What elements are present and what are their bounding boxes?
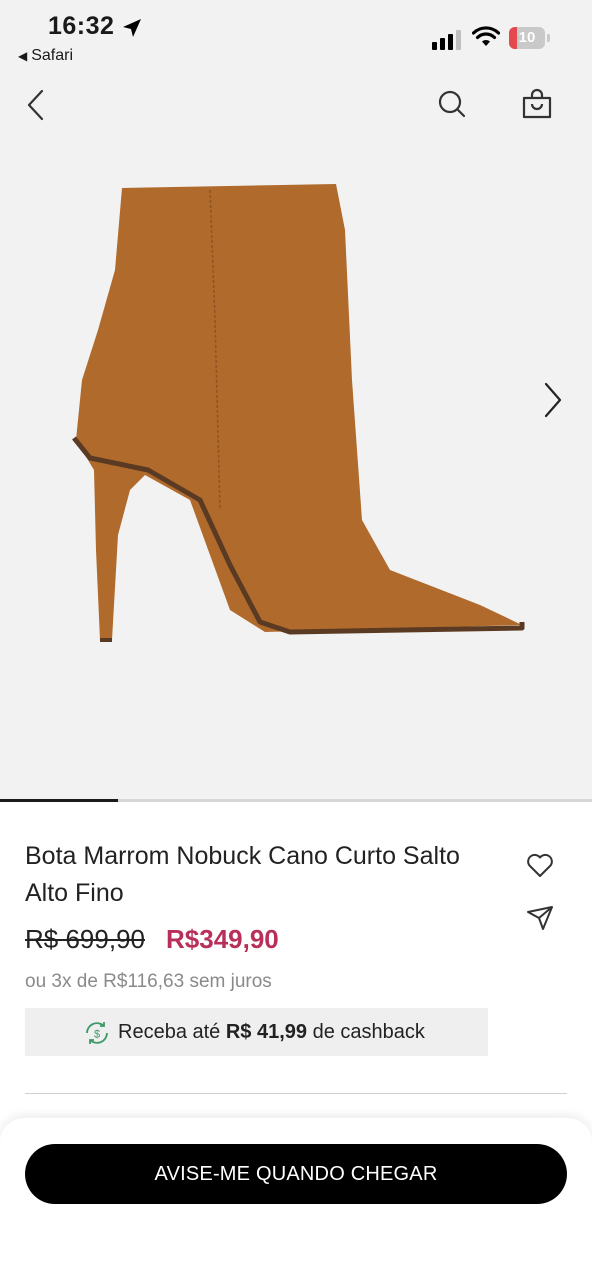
back-to-app-link[interactable]: ◀ Safari bbox=[18, 47, 73, 65]
cashback-amount: R$ 41,99 bbox=[225, 1021, 308, 1043]
cashback-prefix: Receba até bbox=[118, 1021, 221, 1043]
carousel-progress-fill bbox=[0, 799, 119, 802]
battery-indicator: 10 bbox=[509, 27, 551, 51]
installments-text: ou 3x de R$116,63 sem juros bbox=[25, 971, 272, 992]
status-time: 16:32 bbox=[48, 12, 115, 40]
heart-icon[interactable] bbox=[525, 850, 555, 880]
chevron-left-icon[interactable] bbox=[22, 88, 52, 122]
location-arrow-icon bbox=[123, 19, 141, 37]
svg-text:$: $ bbox=[94, 1029, 100, 1041]
battery-level: 10 bbox=[518, 29, 536, 46]
cashback-dollar-icon: $ bbox=[86, 1022, 108, 1044]
original-price: R$ 699,90 bbox=[25, 924, 145, 954]
back-app-label: Safari bbox=[31, 47, 74, 64]
sale-price: R$349,90 bbox=[166, 924, 279, 954]
product-title: Bota Marrom Nobuck Cano Curto Salto Alto… bbox=[25, 842, 460, 907]
cashback-suffix: de cashback bbox=[312, 1021, 425, 1043]
bottom-action-bar: AVISE-ME QUANDO CHEGAR bbox=[0, 1118, 592, 1280]
notify-me-button[interactable]: AVISE-ME QUANDO CHEGAR bbox=[25, 1144, 567, 1204]
send-icon[interactable] bbox=[525, 903, 555, 933]
carousel-progress bbox=[0, 799, 592, 802]
chevron-right-icon[interactable] bbox=[538, 380, 566, 420]
back-triangle-icon: ◀ bbox=[18, 49, 28, 63]
section-divider bbox=[25, 1093, 567, 1094]
cashback-banner: $ Receba até R$ 41,99 de cashback bbox=[25, 1008, 488, 1056]
product-image bbox=[72, 184, 525, 642]
wifi-icon bbox=[472, 26, 500, 46]
shopping-bag-icon[interactable] bbox=[520, 88, 554, 120]
cellular-signal-icon bbox=[432, 30, 461, 50]
product-hero: 16:32 ◀ Safari 10 bbox=[0, 0, 592, 800]
search-icon[interactable] bbox=[436, 88, 468, 120]
